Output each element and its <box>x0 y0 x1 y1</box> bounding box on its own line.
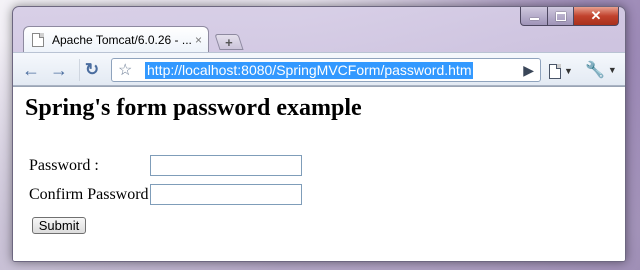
maximize-icon <box>555 11 566 21</box>
back-arrow-icon: ← <box>22 59 40 80</box>
page-menu-button[interactable]: ▼ <box>549 61 579 81</box>
tab-title: Apache Tomcat/6.0.26 - ... <box>52 32 191 47</box>
confirm-password-row: Confirm Password : <box>29 184 302 205</box>
star-icon[interactable]: ☆ <box>118 60 132 80</box>
forward-button[interactable]: → <box>47 59 71 81</box>
wrench-icon: 🔧 <box>585 62 605 79</box>
minimize-button[interactable] <box>520 7 548 26</box>
url-text[interactable]: http://localhost:8080/SpringMVCForm/pass… <box>145 62 474 79</box>
back-button[interactable]: ← <box>19 59 43 81</box>
address-bar[interactable]: ☆ http://localhost:8080/SpringMVCForm/pa… <box>111 58 541 82</box>
page-title: Spring's form password example <box>25 95 362 121</box>
password-label: Password : <box>29 156 99 174</box>
forward-arrow-icon: → <box>50 59 68 80</box>
page-content: Spring's form password example Password … <box>13 86 625 261</box>
window-controls: ✕ <box>520 7 619 27</box>
new-tab-button[interactable]: + <box>214 34 244 50</box>
page-favicon-icon <box>32 32 44 47</box>
confirm-password-label: Confirm Password : <box>29 185 157 203</box>
go-arrow-icon[interactable]: ▶ <box>523 62 534 79</box>
wrench-menu-button[interactable]: 🔧 ▼ <box>585 60 619 80</box>
reload-icon: ↻ <box>84 60 100 79</box>
browser-tab[interactable]: Apache Tomcat/6.0.26 - ... × <box>23 26 209 52</box>
maximize-button[interactable] <box>548 7 574 26</box>
chevron-down-icon: ▼ <box>564 66 573 76</box>
chevron-down-icon: ▼ <box>607 65 617 75</box>
reload-button[interactable]: ↻ <box>79 59 104 81</box>
browser-toolbar: ← → ↻ ☆ http://localhost:8080/SpringMVCF… <box>13 52 625 86</box>
page-icon <box>549 63 561 79</box>
close-icon: ✕ <box>590 8 602 23</box>
password-field[interactable] <box>150 155 302 176</box>
close-window-button[interactable]: ✕ <box>574 7 619 26</box>
confirm-password-field[interactable] <box>150 184 302 205</box>
tab-close-icon[interactable]: × <box>195 33 202 47</box>
minimize-icon <box>529 17 539 20</box>
submit-button[interactable]: Submit <box>32 217 86 234</box>
plus-icon: + <box>225 34 233 50</box>
browser-window: ✕ Apache Tomcat/6.0.26 - ... × + ← → ↻ ☆… <box>12 6 626 262</box>
password-row: Password : <box>29 155 302 176</box>
